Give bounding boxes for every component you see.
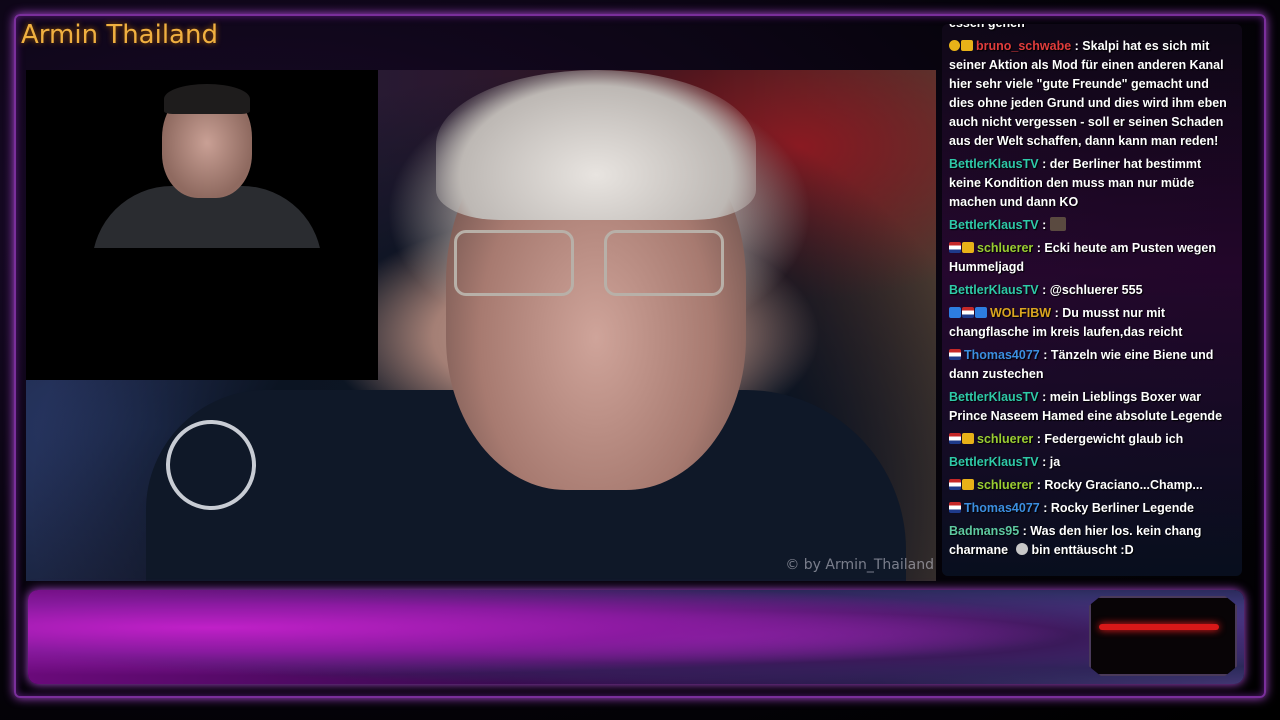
chat-message: BettlerKlausTV : der Berliner hat bestim…: [949, 153, 1236, 214]
chat-message: bruno_schwabe : Skalpi hat es sich mit s…: [949, 35, 1236, 153]
warn-badge-icon: [949, 40, 960, 51]
chat-text-continued: bin enttäuscht :D: [1031, 543, 1134, 557]
chat-username[interactable]: BettlerKlausTV: [949, 157, 1039, 171]
gold-badge-icon: [961, 40, 973, 51]
chat-text: :: [1038, 218, 1050, 232]
chat-message: Thomas4077 : Rocky Berliner Legende: [949, 497, 1236, 520]
gold-badge-icon: [962, 479, 974, 490]
flag-badge-icon: [949, 479, 961, 490]
gold-badge-icon: [962, 242, 974, 253]
gold-badge-icon: [962, 433, 974, 444]
chat-text: : Skalpi hat es sich mit seiner Aktion a…: [949, 39, 1227, 148]
chat-username[interactable]: Thomas4077: [964, 348, 1040, 362]
flag-badge-icon: [949, 349, 961, 360]
chat-panel[interactable]: essen gehen bruno_schwabe : Skalpi hat e…: [942, 24, 1242, 576]
chat-message: schluerer : Federgewicht glaub ich: [949, 428, 1236, 451]
chat-message: BettlerKlausTV : @schluerer 555: [949, 279, 1236, 302]
bottom-banner: [28, 590, 1244, 684]
chat-message: BettlerKlausTV :: [949, 214, 1236, 237]
chat-message: Thomas4077 : Tänzeln wie eine Biene und …: [949, 344, 1236, 386]
chat-badges: [949, 346, 962, 365]
chat-badges: [949, 239, 975, 258]
chat-username[interactable]: BettlerKlausTV: [949, 283, 1039, 297]
pip-webcam-feed: [72, 76, 322, 248]
pip-person-hair: [164, 84, 250, 114]
chat-username[interactable]: BettlerKlausTV: [949, 390, 1039, 404]
red-light-strip: [1099, 624, 1219, 630]
chat-username[interactable]: schluerer: [977, 241, 1033, 255]
chat-badges: [949, 304, 988, 323]
chat-text: : ja: [1038, 455, 1061, 469]
chat-message: Badmans95 : Was den hier los. kein chang…: [949, 520, 1236, 562]
chat-message-partial: essen gehen: [949, 24, 1236, 35]
blue-badge-icon: [975, 307, 987, 318]
chat-username[interactable]: schluerer: [977, 432, 1033, 446]
flag-badge-icon: [949, 502, 961, 513]
chat-text: : @schluerer 555: [1038, 283, 1143, 297]
flag-badge-icon: [962, 307, 974, 318]
stream-title: Armin Thailand: [21, 20, 218, 50]
chat-emote-icon: [1049, 217, 1066, 231]
chat-username[interactable]: bruno_schwabe: [976, 39, 1071, 53]
chat-badges: [949, 37, 974, 56]
chat-text: : Rocky Berliner Legende: [1039, 501, 1194, 515]
streamer-hair: [436, 70, 756, 220]
chat-message: schluerer : Ecki heute am Pusten wegen H…: [949, 237, 1236, 279]
stream-overlay: Armin Thailand © by Armin_Thailand essen…: [0, 0, 1280, 720]
chat-message: schluerer : Rocky Graciano...Champ...: [949, 474, 1236, 497]
chat-message: BettlerKlausTV : mein Lieblings Boxer wa…: [949, 386, 1236, 428]
chat-emote-small-icon: [1015, 543, 1028, 555]
flag-badge-icon: [949, 433, 961, 444]
chat-text: : Federgewicht glaub ich: [1033, 432, 1184, 446]
chat-badges: [949, 499, 962, 518]
chat-badges: [949, 430, 975, 449]
glasses-icon: [454, 230, 724, 300]
chat-badges: [949, 476, 975, 495]
chat-username[interactable]: WOLFIBW: [990, 306, 1051, 320]
chat-message: BettlerKlausTV : ja: [949, 451, 1236, 474]
chat-text: : Rocky Graciano...Champ...: [1033, 478, 1203, 492]
blue-badge-icon: [949, 307, 961, 318]
chat-username[interactable]: BettlerKlausTV: [949, 218, 1039, 232]
secondary-cam-feed: [1089, 596, 1237, 676]
chat-username[interactable]: schluerer: [977, 478, 1033, 492]
chat-username[interactable]: Thomas4077: [964, 501, 1040, 515]
chat-username[interactable]: BettlerKlausTV: [949, 455, 1039, 469]
flag-badge-icon: [949, 242, 961, 253]
stream-watermark: © by Armin_Thailand: [785, 557, 934, 573]
chat-message: WOLFIBW : Du musst nur mit changflasche …: [949, 302, 1236, 344]
chat-username[interactable]: Badmans95: [949, 524, 1019, 538]
